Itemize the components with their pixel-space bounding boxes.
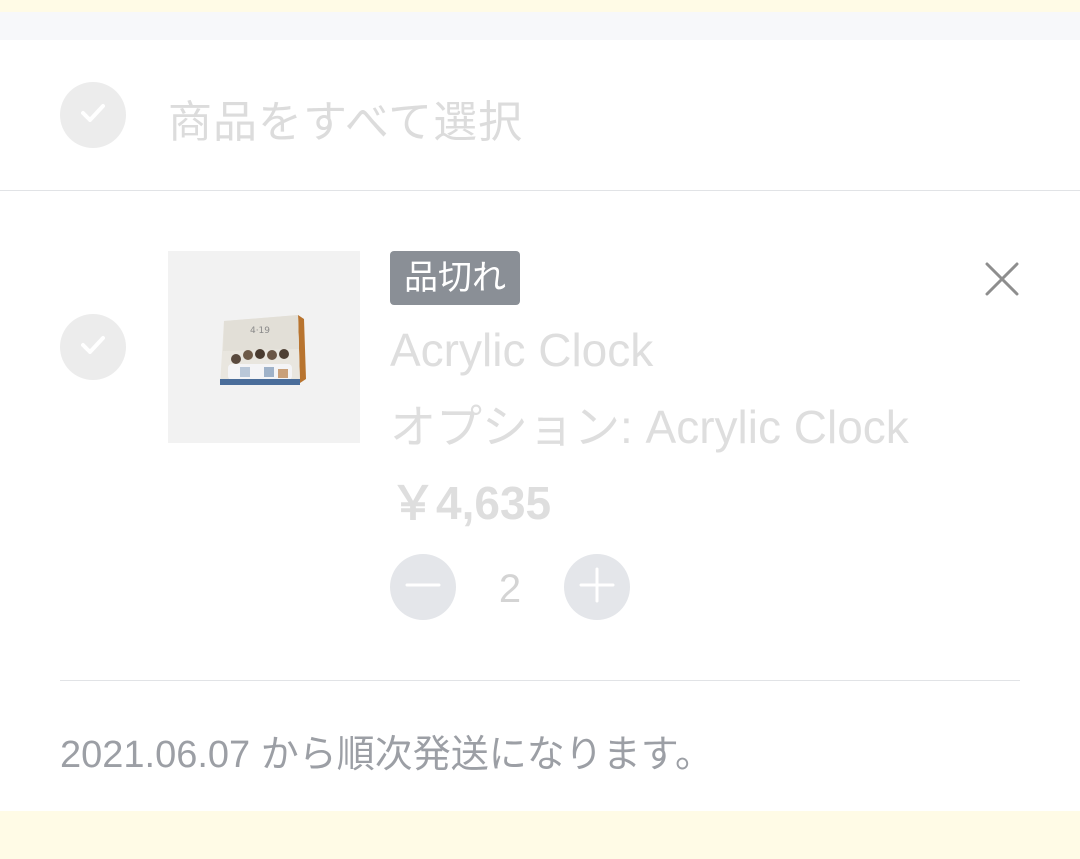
- select-all-row[interactable]: 商品をすべて選択: [0, 40, 1080, 191]
- plus-icon: [579, 567, 615, 607]
- top-banner-strip: [0, 0, 1080, 12]
- minus-icon: [405, 567, 441, 607]
- sold-out-badge: 品切れ: [390, 251, 520, 305]
- close-icon: [984, 261, 1020, 301]
- quantity-decrement-button[interactable]: [390, 554, 456, 620]
- check-icon: [76, 328, 110, 366]
- item-divider: [60, 680, 1020, 681]
- quantity-increment-button[interactable]: [564, 554, 630, 620]
- item-select-checkbox[interactable]: [60, 314, 126, 380]
- bottom-banner-strip: [0, 811, 1080, 859]
- select-all-label: 商品をすべて選択: [168, 97, 524, 148]
- shipping-note: 2021.06.07 から順次発送になります。: [60, 734, 713, 776]
- cart-item: 4·19 品切れ Acrylic Clock オプション: Acrylic Cl…: [0, 191, 1080, 811]
- svg-text:4·19: 4·19: [250, 326, 270, 336]
- product-price: ￥4,635: [390, 477, 552, 529]
- section-gap: [0, 12, 1080, 40]
- check-icon: [76, 96, 110, 134]
- product-image[interactable]: 4·19: [168, 251, 360, 443]
- product-option: オプション: Acrylic Clock: [390, 401, 909, 453]
- quantity-value: 2: [498, 567, 522, 611]
- acrylic-clock-photo: 4·19: [168, 251, 360, 443]
- select-all-checkbox[interactable]: [60, 82, 126, 148]
- remove-item-button[interactable]: [978, 257, 1026, 305]
- product-name[interactable]: Acrylic Clock: [390, 323, 653, 377]
